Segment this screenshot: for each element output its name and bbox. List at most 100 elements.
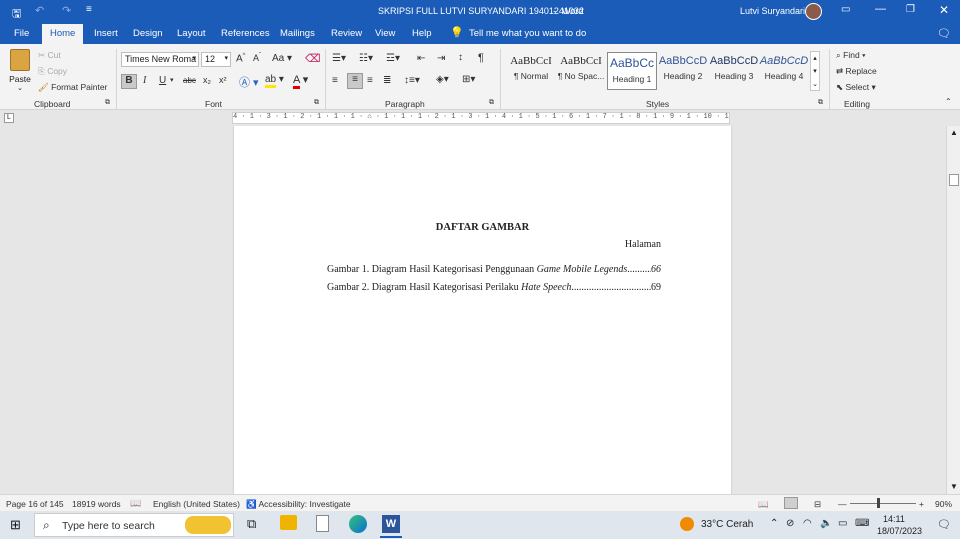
wifi-icon[interactable]: ◠	[803, 518, 812, 529]
zoom-slider[interactable]	[850, 503, 916, 504]
weather-icon[interactable]	[680, 517, 694, 531]
clear-formatting-icon[interactable]: ⌫	[305, 52, 321, 65]
tab-home[interactable]: Home	[42, 24, 84, 44]
zoom-thumb[interactable]	[877, 498, 880, 508]
word-icon[interactable]: W	[382, 515, 400, 533]
tab-references[interactable]: References	[221, 28, 270, 39]
styles-launcher-icon[interactable]: ⧉	[818, 99, 823, 107]
tab-layout[interactable]: Layout	[177, 28, 206, 39]
avatar[interactable]	[805, 3, 822, 20]
tab-review[interactable]: Review	[331, 28, 362, 39]
align-left-icon[interactable]: ≡	[332, 75, 338, 86]
notepad-icon[interactable]	[316, 515, 329, 532]
tab-file[interactable]: File	[14, 28, 29, 39]
grow-font-icon[interactable]: A^	[236, 53, 246, 64]
font-color-icon[interactable]: A ▾	[293, 73, 308, 89]
bold-button[interactable]: B	[121, 74, 137, 89]
paste-button[interactable]: Paste ⌄	[6, 49, 34, 93]
chevron-up-icon[interactable]: ▴	[811, 52, 819, 65]
italic-button[interactable]: I	[143, 75, 146, 86]
customize-toolbar-icon[interactable]: ≡	[86, 4, 92, 15]
cut-button[interactable]: ✂ Cut	[38, 50, 61, 61]
chevron-up-icon[interactable]: ⌃	[770, 518, 778, 529]
scroll-up-icon[interactable]: ▲	[950, 128, 958, 137]
scroll-down-icon[interactable]: ▼	[950, 482, 958, 491]
taskbar-search[interactable]: ⌕ Type here to search	[34, 513, 234, 537]
style-heading-2[interactable]: AaBbCcD Heading 2	[658, 52, 708, 90]
more-styles-icon[interactable]: ⌄	[811, 78, 819, 91]
select-button[interactable]: ⬉ Select ▾	[836, 82, 876, 93]
clock-time[interactable]: 14:11	[883, 514, 905, 524]
scroll-thumb[interactable]	[949, 174, 959, 186]
styles-scroll[interactable]: ▴ ▾ ⌄	[810, 51, 820, 91]
clock-date[interactable]: 18/07/2023	[877, 526, 922, 536]
find-button[interactable]: ⌕ Find ▾	[836, 50, 866, 61]
tab-design[interactable]: Design	[133, 28, 163, 39]
multilevel-list-icon[interactable]: ☲▾	[386, 53, 400, 64]
close-icon[interactable]: ✕	[939, 3, 949, 17]
tell-me-search[interactable]: Tell me what you want to do	[469, 28, 586, 39]
tab-insert[interactable]: Insert	[94, 28, 118, 39]
weather-text[interactable]: 33°C Cerah	[701, 519, 753, 530]
notification-icon[interactable]: 🗨	[937, 518, 951, 531]
language[interactable]: English (United States)	[153, 499, 240, 509]
increase-indent-icon[interactable]: ⇥	[437, 53, 445, 64]
web-layout-icon[interactable]: ⊟	[814, 499, 821, 510]
page[interactable]: DAFTAR GAMBAR Halaman Gambar 1. Diagram …	[234, 126, 731, 494]
tab-selector[interactable]: L	[4, 113, 14, 123]
zoom-level[interactable]: 90%	[935, 499, 952, 509]
text-effects-icon[interactable]: Ⓐ ▾	[239, 74, 259, 90]
network-icon[interactable]: ⊘	[786, 518, 794, 529]
pilcrow-icon[interactable]: ¶	[478, 52, 484, 64]
minimize-icon[interactable]: —	[875, 3, 886, 15]
font-name-select[interactable]: Times New Roma ▾	[121, 52, 199, 67]
underline-button[interactable]: U	[159, 75, 166, 86]
task-view-icon[interactable]: ⧉	[247, 516, 256, 532]
read-mode-icon[interactable]: 📖	[758, 499, 769, 510]
change-case-button[interactable]: Aa ▾	[272, 53, 292, 64]
subscript-button[interactable]: x₂	[203, 75, 211, 85]
shading-icon[interactable]: ◈▾	[436, 74, 449, 85]
style-normal[interactable]: AaBbCcI ¶ Normal	[506, 52, 556, 90]
strikethrough-button[interactable]: abc	[183, 76, 196, 85]
word-count[interactable]: 18919 words	[72, 499, 121, 509]
proofing-icon[interactable]: 📖	[130, 498, 141, 509]
replace-button[interactable]: ⇄ Replace	[836, 66, 877, 77]
undo-icon[interactable]: ↶	[35, 4, 44, 17]
align-center-icon[interactable]: ≡	[347, 73, 363, 89]
save-icon[interactable]: 🖫	[12, 5, 21, 24]
style-heading-4[interactable]: AaBbCcD Heading 4	[759, 52, 809, 90]
superscript-button[interactable]: x²	[219, 75, 227, 85]
highlight-icon[interactable]: ab ▾	[265, 74, 284, 88]
ribbon-display-icon[interactable]: ▭	[841, 4, 850, 15]
line-spacing-icon[interactable]: ↕≡▾	[404, 75, 420, 86]
comments-icon[interactable]: 🗨	[937, 27, 951, 40]
bullets-icon[interactable]: ☰▾	[332, 53, 346, 64]
tab-mailings[interactable]: Mailings	[280, 28, 315, 39]
print-layout-icon[interactable]	[784, 497, 798, 509]
zoom-in-icon[interactable]: +	[919, 499, 924, 509]
copy-button[interactable]: ⎘ Copy	[38, 66, 67, 77]
numbering-icon[interactable]: ☷▾	[359, 53, 373, 64]
align-right-icon[interactable]: ≡	[367, 75, 373, 86]
style-heading-1[interactable]: AaBbCc Heading 1	[607, 52, 657, 90]
accessibility-status[interactable]: ♿ Accessibility: Investigate	[246, 499, 351, 510]
tab-view[interactable]: View	[375, 28, 395, 39]
keyboard-icon[interactable]: ⌨	[855, 518, 869, 529]
horizontal-ruler[interactable]: 4 · 1 · 3 · 1 · 2 · 1 · 1 · 1 · ⌂ · 1 · …	[232, 112, 730, 124]
justify-icon[interactable]: ≣	[383, 75, 391, 86]
font-size-select[interactable]: 12 ▾	[201, 52, 231, 67]
file-explorer-icon[interactable]	[280, 515, 297, 530]
toc-entry[interactable]: Gambar 1. Diagram Hasil Kategorisasi Pen…	[327, 264, 661, 275]
font-launcher-icon[interactable]: ⧉	[314, 99, 319, 107]
chevron-down-icon[interactable]: ▾	[811, 65, 819, 78]
toc-entry[interactable]: Gambar 2. Diagram Hasil Kategorisasi Per…	[327, 282, 661, 293]
redo-icon[interactable]: ↷	[62, 4, 71, 17]
volume-icon[interactable]: 🔈	[820, 518, 832, 529]
clipboard-launcher-icon[interactable]: ⧉	[105, 99, 110, 107]
format-painter-button[interactable]: 🖌 Format Painter	[38, 82, 107, 93]
style-no-spacing[interactable]: AaBbCcI ¶ No Spac...	[556, 52, 606, 90]
decrease-indent-icon[interactable]: ⇤	[417, 53, 425, 64]
sort-icon[interactable]: ↕	[458, 52, 463, 63]
collapse-ribbon-icon[interactable]: ⌃	[945, 97, 952, 106]
